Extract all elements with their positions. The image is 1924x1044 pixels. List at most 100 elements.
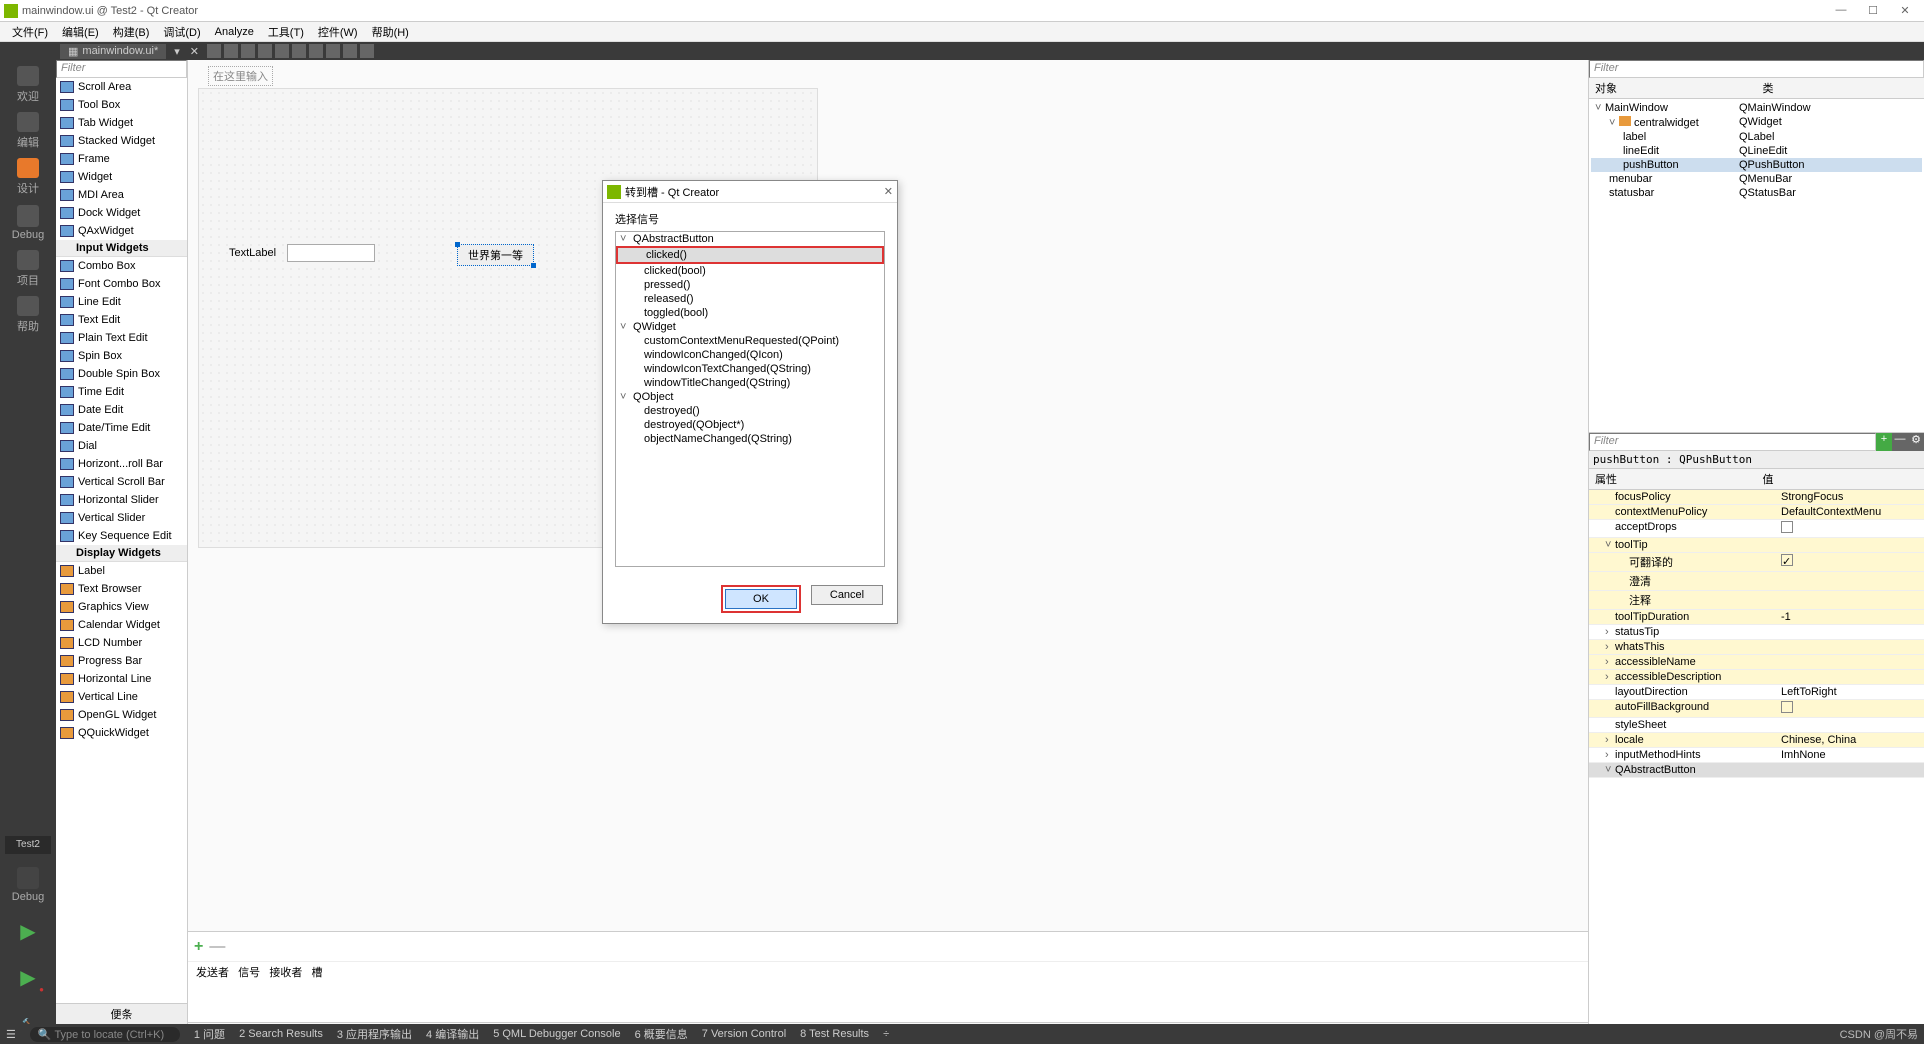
edit-signals-icon[interactable] [224,44,238,58]
mode-projects[interactable]: 项目 [6,250,50,288]
tree-row[interactable]: ˅MainWindowQMainWindow [1591,101,1922,115]
widget-item[interactable]: Key Sequence Edit [56,527,187,545]
signal-item[interactable]: windowIconChanged(QIcon) [616,348,884,362]
cancel-button[interactable]: Cancel [811,585,883,605]
signal-group[interactable]: ˅ QAbstractButton [616,232,884,246]
menu-analyze[interactable]: Analyze [209,24,260,40]
widget-item[interactable]: OpenGL Widget [56,706,187,724]
close-button[interactable]: ✕ [1898,4,1912,17]
widget-item[interactable]: Text Edit [56,311,187,329]
status-qmldebug[interactable]: 5 QML Debugger Console [493,1028,620,1040]
signal-tree[interactable]: ˅ QAbstractButtonclicked()clicked(bool)p… [615,231,885,567]
property-row[interactable]: focusPolicyStrongFocus [1589,490,1924,505]
signal-item[interactable]: clicked(bool) [616,264,884,278]
status-tests[interactable]: 8 Test Results [800,1028,869,1040]
property-row[interactable]: ›localeChinese, China [1589,733,1924,748]
widget-item[interactable]: Frame [56,150,187,168]
signal-item[interactable]: clicked() [616,246,884,264]
property-row[interactable]: contextMenuPolicyDefaultContextMenu [1589,505,1924,520]
signal-item[interactable]: released() [616,292,884,306]
debug-run-button[interactable]: ▶● [6,958,50,996]
widget-item[interactable]: Vertical Scroll Bar [56,473,187,491]
add-property-button[interactable]: + [1876,433,1892,451]
property-row[interactable]: acceptDrops [1589,520,1924,538]
signal-group[interactable]: ˅ QWidget [616,320,884,334]
property-row[interactable]: ›inputMethodHintsImhNone [1589,748,1924,763]
checkbox[interactable] [1781,701,1793,713]
menu-edit[interactable]: 编辑(E) [56,22,105,42]
mode-design[interactable]: 设计 [6,158,50,196]
widget-item[interactable]: Scroll Area [56,78,187,96]
tree-row[interactable]: ˅centralwidgetQWidget [1591,115,1922,130]
property-row[interactable]: ›whatsThis [1589,640,1924,655]
status-close-icon[interactable]: ÷ [883,1028,889,1040]
widget-item[interactable]: Spin Box [56,347,187,365]
output-toggle-icon[interactable]: ☰ [6,1028,16,1041]
property-menu-button[interactable]: ⚙ [1908,433,1924,451]
adjust-size-icon[interactable] [360,44,374,58]
widget-item[interactable]: MDI Area [56,186,187,204]
remove-property-button[interactable]: — [1892,433,1908,451]
kit-selector[interactable]: Test2 [5,836,51,854]
tree-row[interactable]: menubarQMenuBar [1591,172,1922,186]
widget-item[interactable]: Date Edit [56,401,187,419]
col-property[interactable]: 属性 [1589,469,1757,489]
signal-item[interactable]: toggled(bool) [616,306,884,320]
edit-widgets-icon[interactable] [207,44,221,58]
widget-item[interactable]: Combo Box [56,257,187,275]
widget-item[interactable]: LCD Number [56,634,187,652]
widget-item[interactable]: Horizont...roll Bar [56,455,187,473]
menu-build[interactable]: 构建(B) [107,22,156,42]
property-row[interactable]: ›accessibleName [1589,655,1924,670]
tree-row[interactable]: lineEditQLineEdit [1591,144,1922,158]
status-compile[interactable]: 4 编译输出 [426,1026,479,1042]
widget-item[interactable]: Tool Box [56,96,187,114]
signal-item[interactable]: customContextMenuRequested(QPoint) [616,334,884,348]
property-row[interactable]: styleSheet [1589,718,1924,733]
break-layout-icon[interactable] [343,44,357,58]
widget-item[interactable]: Dock Widget [56,204,187,222]
mode-debug[interactable]: Debug [6,204,50,242]
mode-help[interactable]: 帮助 [6,296,50,334]
canvas-lineedit[interactable] [287,244,375,262]
property-row[interactable]: 可翻译的✓ [1589,553,1924,572]
widget-item[interactable]: Progress Bar [56,652,187,670]
signal-item[interactable]: objectNameChanged(QString) [616,432,884,446]
status-general[interactable]: 6 概要信息 [635,1026,688,1042]
widget-item[interactable]: Tab Widget [56,114,187,132]
minimize-button[interactable]: — [1834,4,1848,17]
status-vcs[interactable]: 7 Version Control [702,1028,786,1040]
widget-item[interactable]: Horizontal Slider [56,491,187,509]
widget-item[interactable]: Calendar Widget [56,616,187,634]
menu-tools[interactable]: 工具(T) [262,22,310,42]
widget-filter[interactable]: Filter [56,60,187,78]
widget-item[interactable]: Label [56,562,187,580]
remove-connection-button[interactable]: — [209,938,225,956]
widget-item[interactable]: Stacked Widget [56,132,187,150]
ok-button[interactable]: OK [725,589,797,609]
signal-item[interactable]: windowTitleChanged(QString) [616,376,884,390]
widget-item[interactable]: Line Edit [56,293,187,311]
signal-item[interactable]: destroyed(QObject*) [616,418,884,432]
tree-row[interactable]: pushButtonQPushButton [1591,158,1922,172]
add-connection-button[interactable]: + [194,938,203,956]
checkbox[interactable] [1781,521,1793,533]
widget-item[interactable]: Double Spin Box [56,365,187,383]
menu-file[interactable]: 文件(F) [6,22,54,42]
file-tab[interactable]: ▦ mainwindow.ui* [60,44,166,59]
signal-item[interactable]: destroyed() [616,404,884,418]
menu-help[interactable]: 帮助(H) [366,22,415,42]
property-row[interactable]: toolTipDuration-1 [1589,610,1924,625]
edit-buddies-icon[interactable] [241,44,255,58]
run-button[interactable]: ▶ [6,912,50,950]
widget-item[interactable]: Plain Text Edit [56,329,187,347]
widget-item[interactable]: Dial [56,437,187,455]
property-row[interactable]: autoFillBackground [1589,700,1924,718]
maximize-button[interactable]: ☐ [1866,4,1880,17]
widget-item[interactable]: Font Combo Box [56,275,187,293]
menu-debug[interactable]: 调试(D) [157,22,206,42]
widget-scratchpad[interactable]: 便条 [56,1003,187,1024]
property-row[interactable]: ˅QAbstractButton [1589,763,1924,778]
property-row[interactable]: ›statusTip [1589,625,1924,640]
layout-h-icon[interactable] [275,44,289,58]
